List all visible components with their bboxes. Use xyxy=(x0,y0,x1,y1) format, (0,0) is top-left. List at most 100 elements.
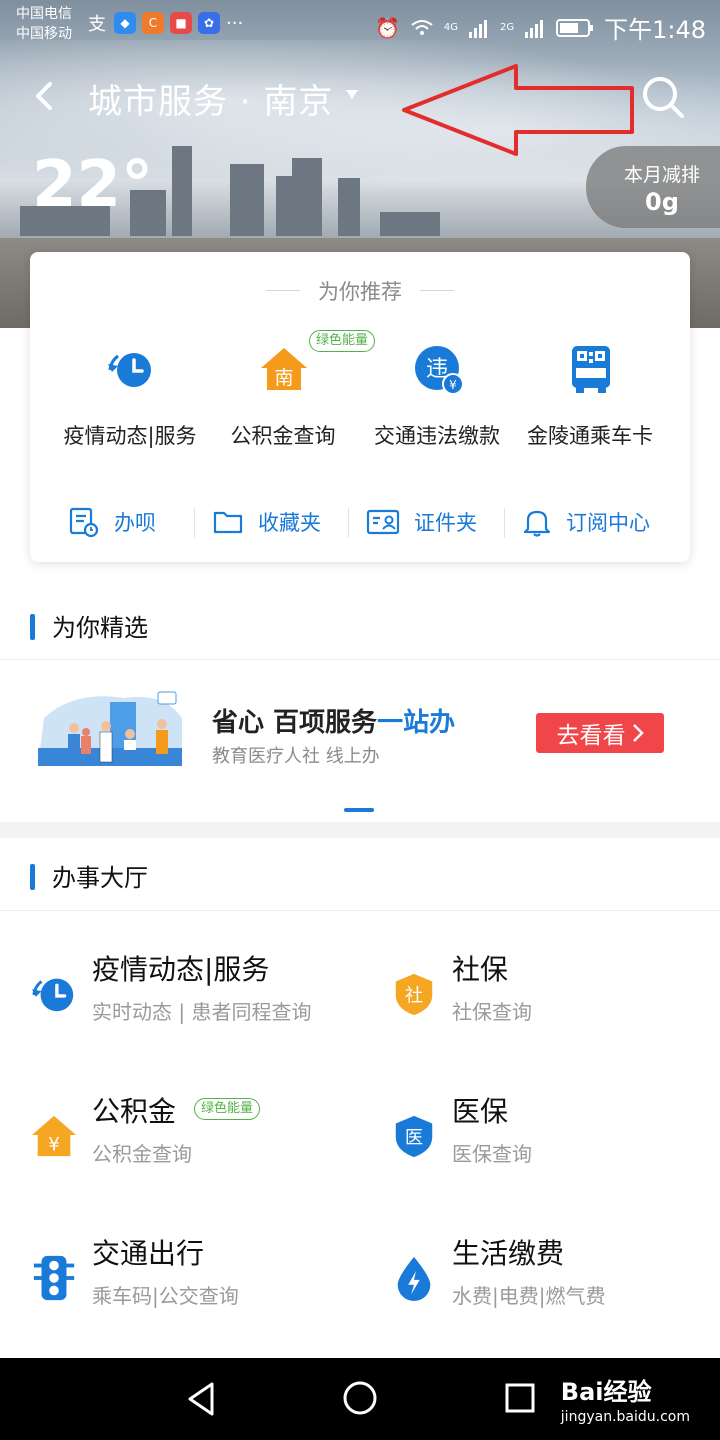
recommend-title: 为你推荐 xyxy=(318,280,402,304)
violation-yuan-icon: 违 ¥ xyxy=(415,346,463,394)
shield-she-icon: 社 xyxy=(395,973,433,1016)
service-subtitle: 公积金查询 xyxy=(92,1142,192,1166)
skyline xyxy=(230,164,264,236)
divider xyxy=(0,910,720,911)
banner-illustration xyxy=(38,691,182,766)
tool-label: 证件夹 xyxy=(414,511,477,535)
traffic-light-icon xyxy=(33,1255,75,1301)
recommend-item-label: 交通违法缴款 xyxy=(374,424,500,448)
service-housing-fund[interactable]: ¥ 公积金 绿色能量 公积金查询 xyxy=(30,1090,350,1200)
service-epidemic[interactable]: 疫情动态|服务 实时动态 | 患者同程查询 xyxy=(30,948,350,1058)
more-notifications-icon: ··· xyxy=(226,12,244,34)
carousel-indicator xyxy=(344,808,374,812)
notification-icons: 支 ◆ C ■ ✿ ··· xyxy=(86,12,244,35)
skyline xyxy=(292,158,322,236)
divider xyxy=(194,508,195,538)
recommend-item-fund[interactable]: 南 绿色能量 公积金查询 xyxy=(203,330,376,454)
shield-glyph: 医 xyxy=(405,1128,423,1149)
section-accent xyxy=(30,614,35,640)
bus-qrcode-icon xyxy=(572,346,610,393)
recommend-item-label: 金陵通乘车卡 xyxy=(527,424,653,448)
baidu-app-icon: ✿ xyxy=(198,12,220,34)
clock-refresh-icon xyxy=(108,353,151,387)
alarm-icon: ⏰ xyxy=(374,15,400,40)
service-transport[interactable]: 交通出行 乘车码|公交查询 xyxy=(30,1232,350,1342)
house-glyph: ¥ xyxy=(48,1134,60,1155)
wifi-icon xyxy=(411,19,433,35)
recommend-item-bus-card[interactable]: 金陵通乘车卡 xyxy=(510,344,670,454)
baidu-watermark: Bai经验 jingyan.baidu.com xyxy=(561,1372,690,1425)
divider xyxy=(420,290,454,291)
go-see-label: 去看看 xyxy=(556,723,626,749)
nav-recents-icon[interactable] xyxy=(504,1382,536,1414)
tool-label: 收藏夹 xyxy=(258,511,321,535)
divider xyxy=(348,508,349,538)
carrier-labels: 中国电信 中国移动 xyxy=(16,4,72,44)
temperature: 22° xyxy=(32,148,154,222)
house-nan-icon: 南 xyxy=(261,348,307,390)
skyline xyxy=(172,146,192,236)
recommend-item-label: 公积金查询 xyxy=(230,424,336,448)
divider xyxy=(504,508,505,538)
section-header-hall: 办事大厅 xyxy=(0,850,720,900)
house-yuan-icon: ¥ xyxy=(31,1115,77,1157)
nav-back-icon[interactable] xyxy=(184,1380,218,1418)
house-glyph: 南 xyxy=(274,367,293,389)
go-see-button[interactable]: 去看看 xyxy=(536,713,664,753)
shield-app-icon: ◆ xyxy=(114,12,136,34)
watermark-brand: Bai经验 xyxy=(560,1378,652,1406)
emission-badge[interactable]: 本月减排 0g xyxy=(586,146,720,228)
quick-tools: 办呗 收藏夹 证件夹 订阅中心 xyxy=(30,502,690,542)
service-subtitle: 水费|电费|燃气费 xyxy=(452,1284,606,1308)
shield-yi-icon: 医 xyxy=(395,1115,433,1158)
signal-icon xyxy=(468,19,487,38)
battery-icon xyxy=(556,18,594,37)
alipay-icon: 支 xyxy=(88,14,106,35)
service-medical-insurance[interactable]: 医 医保 医保查询 xyxy=(390,1090,710,1200)
search-icon[interactable] xyxy=(640,74,686,120)
section-header-featured: 为你精选 xyxy=(0,600,720,650)
recommend-item-epidemic[interactable]: 疫情动态|服务 xyxy=(50,344,210,454)
watermark-url: jingyan.baidu.com xyxy=(560,1409,690,1425)
recommend-card: 为你推荐 疫情动态|服务 南 绿色能量 公积金查询 违 ¥ 交通违法缴款 金陵通… xyxy=(30,252,690,562)
tool-subscriptions[interactable]: 订阅中心 xyxy=(522,502,650,542)
section-accent xyxy=(30,864,35,890)
tool-label: 订阅中心 xyxy=(566,511,650,535)
signal-label: 4G xyxy=(443,22,458,33)
tool-id-wallet[interactable]: 证件夹 xyxy=(366,502,477,542)
tool-banbei[interactable]: 办呗 xyxy=(68,502,156,542)
status-bar: 中国电信 中国移动 支 ◆ C ■ ✿ ··· ⏰ 4G 2G 下午1:48 xyxy=(0,0,720,48)
emission-value: 0g xyxy=(645,188,679,216)
banner-title-main: 省心 百项服务 xyxy=(212,708,378,738)
signal-label: 2G xyxy=(499,22,515,33)
drop-lightning-icon xyxy=(397,1256,431,1302)
city-dropdown-caret-icon[interactable] xyxy=(346,90,358,99)
banner-title: 省心 百项服务一站办 xyxy=(212,702,455,739)
document-clock-icon xyxy=(69,507,99,538)
arrow-annotation xyxy=(402,64,634,156)
skyline xyxy=(338,178,360,236)
bell-icon xyxy=(523,510,551,537)
service-name: 医保 xyxy=(452,1095,509,1128)
divider xyxy=(0,659,720,660)
clock: 下午1:48 xyxy=(604,16,706,44)
section-title: 为你精选 xyxy=(52,614,148,642)
recommend-item-violation[interactable]: 违 ¥ 交通违法缴款 xyxy=(357,344,517,454)
banner-subtitle: 教育医疗人社 线上办 xyxy=(212,746,380,767)
service-subtitle: 乘车码|公交查询 xyxy=(92,1284,239,1308)
section-title: 办事大厅 xyxy=(52,864,148,892)
nav-home-icon[interactable] xyxy=(342,1380,378,1416)
back-icon[interactable] xyxy=(28,76,64,116)
yuan-glyph: ¥ xyxy=(449,378,457,392)
tool-favorites[interactable]: 收藏夹 xyxy=(212,502,321,542)
service-utilities[interactable]: 生活缴费 水费|电费|燃气费 xyxy=(390,1232,710,1342)
service-subtitle: 医保查询 xyxy=(452,1142,532,1166)
chevron-right-icon xyxy=(632,724,644,742)
carrier-label: 中国电信 xyxy=(16,6,72,22)
skyline xyxy=(380,212,440,236)
service-social-security[interactable]: 社 社保 社保查询 xyxy=(390,948,710,1058)
recommend-item-label: 疫情动态|服务 xyxy=(63,424,197,448)
banner-title-highlight: 一站办 xyxy=(377,708,456,738)
folder-icon xyxy=(213,511,243,534)
page-title[interactable]: 城市服务 · 南京 xyxy=(88,74,333,123)
